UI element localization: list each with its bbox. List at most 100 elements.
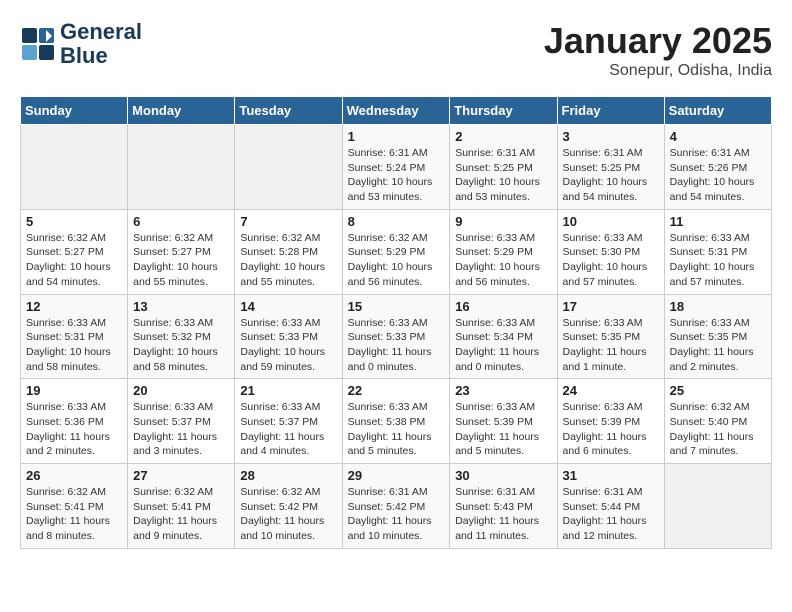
calendar-day-cell: 9 Sunrise: 6:33 AM Sunset: 5:29 PM Daylig… <box>450 209 557 294</box>
day-info: Sunrise: 6:33 AM Sunset: 5:31 PM Dayligh… <box>26 316 122 375</box>
day-number: 15 <box>348 299 445 314</box>
calendar-week-row: 12 Sunrise: 6:33 AM Sunset: 5:31 PM Dayli… <box>21 294 772 379</box>
calendar-day-cell: 6 Sunrise: 6:32 AM Sunset: 5:27 PM Daylig… <box>128 209 235 294</box>
day-info: Sunrise: 6:31 AM Sunset: 5:26 PM Dayligh… <box>670 146 766 205</box>
day-number: 23 <box>455 383 551 398</box>
calendar-day-cell: 29 Sunrise: 6:31 AM Sunset: 5:42 PM Dayli… <box>342 464 450 549</box>
calendar-day-cell: 7 Sunrise: 6:32 AM Sunset: 5:28 PM Daylig… <box>235 209 342 294</box>
calendar-week-row: 26 Sunrise: 6:32 AM Sunset: 5:41 PM Dayli… <box>21 464 772 549</box>
day-number: 20 <box>133 383 229 398</box>
calendar-day-cell: 31 Sunrise: 6:31 AM Sunset: 5:44 PM Dayli… <box>557 464 664 549</box>
calendar-day-cell: 13 Sunrise: 6:33 AM Sunset: 5:32 PM Dayli… <box>128 294 235 379</box>
day-number: 1 <box>348 129 445 144</box>
calendar-day-cell: 24 Sunrise: 6:33 AM Sunset: 5:39 PM Dayli… <box>557 379 664 464</box>
day-number: 4 <box>670 129 766 144</box>
day-number: 30 <box>455 468 551 483</box>
calendar-week-row: 1Sunrise: 6:31 AM Sunset: 5:24 PM Daylig… <box>21 125 772 210</box>
calendar-day-cell: 12 Sunrise: 6:33 AM Sunset: 5:31 PM Dayli… <box>21 294 128 379</box>
day-number: 6 <box>133 214 229 229</box>
day-info: Sunrise: 6:32 AM Sunset: 5:41 PM Dayligh… <box>133 485 229 544</box>
day-number: 25 <box>670 383 766 398</box>
day-info: Sunrise: 6:33 AM Sunset: 5:39 PM Dayligh… <box>455 400 551 459</box>
weekday-header-row: SundayMondayTuesdayWednesdayThursdayFrid… <box>21 97 772 125</box>
day-number: 16 <box>455 299 551 314</box>
title-area: January 2025 Sonepur, Odisha, India <box>544 20 772 80</box>
calendar-day-cell: 1Sunrise: 6:31 AM Sunset: 5:24 PM Daylig… <box>342 125 450 210</box>
day-number: 26 <box>26 468 122 483</box>
day-number: 28 <box>240 468 336 483</box>
day-info: Sunrise: 6:32 AM Sunset: 5:28 PM Dayligh… <box>240 231 336 290</box>
weekday-header-sunday: Sunday <box>21 97 128 125</box>
calendar-day-cell: 27 Sunrise: 6:32 AM Sunset: 5:41 PM Dayli… <box>128 464 235 549</box>
day-info: Sunrise: 6:33 AM Sunset: 5:37 PM Dayligh… <box>240 400 336 459</box>
calendar-table: SundayMondayTuesdayWednesdayThursdayFrid… <box>20 96 772 549</box>
empty-cell <box>21 125 128 210</box>
day-info: Sunrise: 6:33 AM Sunset: 5:31 PM Dayligh… <box>670 231 766 290</box>
calendar-day-cell: 28 Sunrise: 6:32 AM Sunset: 5:42 PM Dayli… <box>235 464 342 549</box>
day-number: 8 <box>348 214 445 229</box>
calendar-day-cell: 25 Sunrise: 6:32 AM Sunset: 5:40 PM Dayli… <box>664 379 771 464</box>
calendar-week-row: 19Sunrise: 6:33 AM Sunset: 5:36 PM Dayli… <box>21 379 772 464</box>
weekday-header-friday: Friday <box>557 97 664 125</box>
calendar-day-cell: 21 Sunrise: 6:33 AM Sunset: 5:37 PM Dayli… <box>235 379 342 464</box>
calendar-day-cell: 8 Sunrise: 6:32 AM Sunset: 5:29 PM Daylig… <box>342 209 450 294</box>
calendar-day-cell: 20 Sunrise: 6:33 AM Sunset: 5:37 PM Dayli… <box>128 379 235 464</box>
calendar-day-cell: 16 Sunrise: 6:33 AM Sunset: 5:34 PM Dayli… <box>450 294 557 379</box>
day-number: 21 <box>240 383 336 398</box>
calendar-day-cell: 14 Sunrise: 6:33 AM Sunset: 5:33 PM Dayli… <box>235 294 342 379</box>
day-info: Sunrise: 6:33 AM Sunset: 5:30 PM Dayligh… <box>563 231 659 290</box>
day-number: 14 <box>240 299 336 314</box>
calendar-day-cell: 23 Sunrise: 6:33 AM Sunset: 5:39 PM Dayli… <box>450 379 557 464</box>
day-number: 31 <box>563 468 659 483</box>
day-info: Sunrise: 6:32 AM Sunset: 5:40 PM Dayligh… <box>670 400 766 459</box>
logo-icon <box>20 26 56 62</box>
calendar-day-cell: 22 Sunrise: 6:33 AM Sunset: 5:38 PM Dayli… <box>342 379 450 464</box>
logo-text: General Blue <box>60 20 142 68</box>
day-number: 29 <box>348 468 445 483</box>
location-subtitle: Sonepur, Odisha, India <box>544 62 772 80</box>
day-number: 10 <box>563 214 659 229</box>
day-number: 18 <box>670 299 766 314</box>
day-number: 17 <box>563 299 659 314</box>
day-info: Sunrise: 6:33 AM Sunset: 5:29 PM Dayligh… <box>455 231 551 290</box>
weekday-header-wednesday: Wednesday <box>342 97 450 125</box>
day-info: Sunrise: 6:32 AM Sunset: 5:27 PM Dayligh… <box>133 231 229 290</box>
empty-cell <box>128 125 235 210</box>
day-number: 22 <box>348 383 445 398</box>
day-info: Sunrise: 6:31 AM Sunset: 5:44 PM Dayligh… <box>563 485 659 544</box>
weekday-header-thursday: Thursday <box>450 97 557 125</box>
day-number: 3 <box>563 129 659 144</box>
day-info: Sunrise: 6:31 AM Sunset: 5:25 PM Dayligh… <box>563 146 659 205</box>
day-number: 2 <box>455 129 551 144</box>
day-info: Sunrise: 6:33 AM Sunset: 5:38 PM Dayligh… <box>348 400 445 459</box>
day-info: Sunrise: 6:32 AM Sunset: 5:29 PM Dayligh… <box>348 231 445 290</box>
day-number: 7 <box>240 214 336 229</box>
day-number: 5 <box>26 214 122 229</box>
calendar-day-cell: 30 Sunrise: 6:31 AM Sunset: 5:43 PM Dayli… <box>450 464 557 549</box>
day-number: 12 <box>26 299 122 314</box>
day-info: Sunrise: 6:33 AM Sunset: 5:32 PM Dayligh… <box>133 316 229 375</box>
day-number: 27 <box>133 468 229 483</box>
day-number: 11 <box>670 214 766 229</box>
calendar-day-cell: 18 Sunrise: 6:33 AM Sunset: 5:35 PM Dayli… <box>664 294 771 379</box>
weekday-header-saturday: Saturday <box>664 97 771 125</box>
day-info: Sunrise: 6:33 AM Sunset: 5:34 PM Dayligh… <box>455 316 551 375</box>
day-info: Sunrise: 6:31 AM Sunset: 5:42 PM Dayligh… <box>348 485 445 544</box>
day-info: Sunrise: 6:33 AM Sunset: 5:35 PM Dayligh… <box>670 316 766 375</box>
day-info: Sunrise: 6:33 AM Sunset: 5:39 PM Dayligh… <box>563 400 659 459</box>
weekday-header-monday: Monday <box>128 97 235 125</box>
day-number: 9 <box>455 214 551 229</box>
day-info: Sunrise: 6:31 AM Sunset: 5:43 PM Dayligh… <box>455 485 551 544</box>
day-info: Sunrise: 6:32 AM Sunset: 5:42 PM Dayligh… <box>240 485 336 544</box>
calendar-day-cell: 3 Sunrise: 6:31 AM Sunset: 5:25 PM Daylig… <box>557 125 664 210</box>
day-number: 24 <box>563 383 659 398</box>
day-info: Sunrise: 6:33 AM Sunset: 5:37 PM Dayligh… <box>133 400 229 459</box>
weekday-header-tuesday: Tuesday <box>235 97 342 125</box>
day-info: Sunrise: 6:33 AM Sunset: 5:33 PM Dayligh… <box>348 316 445 375</box>
empty-cell <box>235 125 342 210</box>
day-info: Sunrise: 6:33 AM Sunset: 5:33 PM Dayligh… <box>240 316 336 375</box>
day-number: 13 <box>133 299 229 314</box>
day-info: Sunrise: 6:32 AM Sunset: 5:27 PM Dayligh… <box>26 231 122 290</box>
calendar-day-cell: 4 Sunrise: 6:31 AM Sunset: 5:26 PM Daylig… <box>664 125 771 210</box>
calendar-day-cell: 26Sunrise: 6:32 AM Sunset: 5:41 PM Dayli… <box>21 464 128 549</box>
